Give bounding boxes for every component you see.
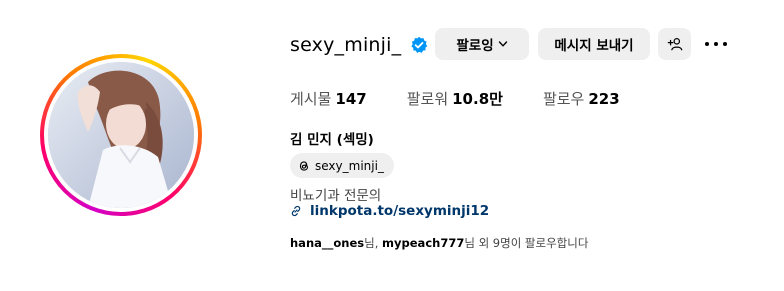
- mutual-follower-2[interactable]: mypeach777: [382, 236, 464, 250]
- username: sexy_minji_: [290, 34, 402, 56]
- following-value: 223: [588, 90, 620, 108]
- suggested-users-button[interactable]: [658, 28, 691, 60]
- avatar[interactable]: [48, 62, 194, 208]
- story-ring[interactable]: [40, 54, 202, 216]
- full-name: 김 민지 (섹밍): [290, 132, 374, 148]
- threads-badge[interactable]: sexy_minji_: [290, 153, 394, 178]
- following-count[interactable]: 팔로우 223: [543, 88, 620, 109]
- link-icon: [291, 205, 301, 217]
- followers-value: 10.8만: [452, 90, 503, 108]
- followed-by-text[interactable]: hana__ones님, mypeach777님 외 9명이 팔로우합니다: [290, 235, 588, 251]
- profile-link[interactable]: linkpota.to/sexyminji12: [290, 203, 489, 219]
- bio-text: 비뇨기과 전문의: [290, 188, 382, 204]
- message-button-label: 메시지 보내기: [554, 38, 634, 54]
- profile-stats: 게시물 147 팔로워 10.8만 팔로우 223: [290, 88, 660, 109]
- add-person-icon: [667, 38, 682, 51]
- profile-photo: [48, 62, 194, 208]
- followers-count[interactable]: 팔로워 10.8만: [407, 88, 503, 109]
- avatar-frame: [44, 58, 198, 212]
- profile-header: sexy_minji_: [290, 28, 428, 62]
- threads-handle: sexy_minji_: [315, 158, 384, 173]
- profile-link-text: linkpota.to/sexyminji12: [310, 203, 490, 219]
- following-button[interactable]: 팔로잉: [435, 28, 529, 60]
- mutual-follower-1[interactable]: hana__ones: [290, 236, 364, 250]
- verified-badge-icon: [410, 36, 428, 54]
- posts-count: 게시물 147: [290, 88, 367, 109]
- followed-by-sep: 님,: [364, 236, 383, 250]
- more-options-icon[interactable]: [705, 36, 727, 52]
- followed-by-suffix: 님 외 9명이 팔로우합니다: [464, 236, 589, 250]
- message-button[interactable]: 메시지 보내기: [538, 28, 650, 60]
- posts-value: 147: [335, 90, 367, 108]
- following-button-label: 팔로잉: [456, 38, 494, 54]
- posts-label: 게시물: [290, 90, 332, 108]
- following-label: 팔로우: [542, 90, 585, 108]
- threads-icon: [299, 160, 308, 171]
- chevron-down-icon: [498, 41, 507, 47]
- followers-label: 팔로워: [406, 90, 449, 108]
